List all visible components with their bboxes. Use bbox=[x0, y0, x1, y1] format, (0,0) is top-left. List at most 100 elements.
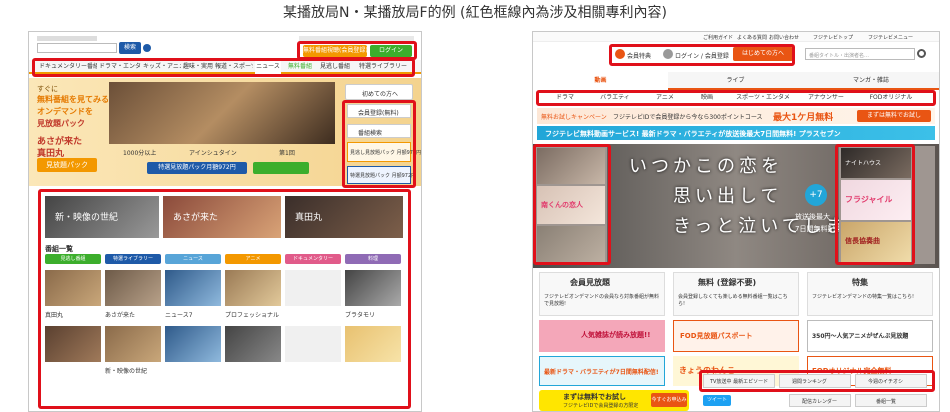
subtab-movie[interactable]: 映画 bbox=[689, 92, 725, 104]
list-item-6[interactable] bbox=[345, 270, 401, 306]
left-thumb-2[interactable]: 南くんの恋人 bbox=[537, 186, 605, 224]
nav-tab-library[interactable]: 特選ライブラリー bbox=[355, 60, 411, 74]
right-thumb-3[interactable]: 信長協奏曲 bbox=[841, 222, 911, 262]
list-col-missed[interactable]: 見逃し番組 bbox=[45, 254, 101, 264]
right-hero[interactable]: 南くんの恋人 いつかこの恋を 思い出して きっと泣いてしまう +7 放送後最大 … bbox=[533, 144, 939, 268]
list-col-cooking[interactable]: 料理 bbox=[345, 254, 401, 264]
calendar-button[interactable]: 配信カレンダー bbox=[789, 394, 851, 407]
rank-latest-button[interactable]: TV放送中 最新エピソード bbox=[703, 374, 775, 388]
ranking-row: TV放送中 最新エピソード 週間ランキング 今週のイチオシ bbox=[703, 374, 931, 390]
nav-tab-documentary[interactable]: ドキュメンタリー番組 bbox=[39, 60, 97, 74]
program-list-button[interactable]: 番組一覧 bbox=[855, 394, 927, 407]
list-col-documentary[interactable]: ドキュメンタリー bbox=[285, 254, 341, 264]
promo-try-button[interactable]: まずは無料でお試し bbox=[857, 110, 931, 122]
list-col-anime[interactable]: アニメ bbox=[225, 254, 281, 264]
subtab-sports[interactable]: スポーツ・エンタメ bbox=[727, 92, 799, 104]
nav-tab-kids[interactable]: キッズ・アニメ bbox=[143, 60, 181, 74]
list-item-2[interactable] bbox=[105, 270, 161, 306]
nav-tab-drama[interactable]: ドラマ・エンタメ bbox=[99, 60, 141, 74]
member-benefit-link[interactable]: 会員特典 bbox=[627, 51, 651, 60]
list-item-2-title: あさが来た bbox=[105, 312, 136, 319]
banner-sanada[interactable]: 真田丸 bbox=[285, 196, 403, 238]
nav-tab-missed[interactable]: 見逃し番組 bbox=[319, 60, 351, 74]
list-item-4[interactable] bbox=[225, 270, 281, 306]
list-item-3[interactable] bbox=[165, 270, 221, 306]
top-link-fujitv[interactable]: フジテレビトップ bbox=[813, 34, 853, 41]
promo-banner-1[interactable]: 無料お試しキャンペーン フジテレビIDで会員登録から今なら300ポイントコース … bbox=[537, 108, 935, 124]
rank-weekly-button[interactable]: 週間ランキング bbox=[779, 374, 851, 388]
tab-manga[interactable]: マンガ・雑誌 bbox=[803, 72, 939, 90]
right-thumb-2[interactable]: フラジャイル bbox=[841, 180, 911, 220]
list-item-9[interactable] bbox=[165, 326, 221, 362]
hero-pack-button[interactable]: 見放題パック bbox=[37, 158, 97, 172]
grid-magazine[interactable]: 人気雑誌が読み放題!! bbox=[539, 320, 665, 352]
tab-video[interactable]: 動画 bbox=[533, 72, 668, 90]
top-link-faq[interactable]: よくある質問 bbox=[737, 34, 767, 41]
banner-asa[interactable]: あさが来た bbox=[163, 196, 281, 238]
left-top-links[interactable] bbox=[299, 36, 414, 41]
list-item-8[interactable] bbox=[105, 326, 161, 362]
list-item-11[interactable] bbox=[285, 326, 341, 362]
missed-pack-button[interactable]: 見逃し見放題パック 月額972円 bbox=[347, 142, 421, 162]
tab-live[interactable]: ライブ bbox=[668, 72, 803, 90]
promo-1-text: 無料お試しキャンペーン bbox=[541, 114, 607, 121]
program-search-label: 番組検索 bbox=[358, 130, 383, 137]
top-link-menu[interactable]: フジテレビメニュー bbox=[868, 34, 913, 41]
nav-tab-hobby[interactable]: 趣味・実用 bbox=[183, 60, 213, 74]
list-item-1[interactable] bbox=[45, 270, 101, 306]
right-search-input[interactable]: 番組タイトル・出演者名… bbox=[805, 48, 915, 60]
list-item-5[interactable] bbox=[285, 270, 341, 306]
grid-plus7[interactable]: 最新ドラマ・バラエティが7日間無料配信! bbox=[539, 356, 665, 386]
signup-button[interactable]: 無料番組視聴(会員登録) bbox=[303, 45, 367, 57]
hero-text-3: オンデマンドを bbox=[37, 107, 93, 116]
subtab-announcer[interactable]: アナウンサー bbox=[801, 92, 851, 104]
first-time-button[interactable]: 初めての方へ bbox=[345, 84, 413, 100]
top-link-contact[interactable]: お問い合わせ bbox=[769, 34, 799, 41]
nav-tab-sports[interactable]: 報道・スポーツ bbox=[215, 60, 253, 74]
tweet-button[interactable]: ツイート bbox=[703, 395, 731, 406]
cat-member[interactable]: 会員見放題 フジテレビオンデマンドの会員なら対象番組が無料で見放題! bbox=[539, 272, 665, 316]
nav-tab-free[interactable]: 無料番組 bbox=[283, 60, 317, 74]
trial-title: まずは無料でお試し bbox=[563, 393, 626, 401]
list-col-news[interactable]: ニュース bbox=[165, 254, 221, 264]
login-button[interactable]: ログイン bbox=[370, 45, 412, 57]
right-top-bar: ご利用ガイド よくある質問 お問い合わせ フジテレビトップ フジテレビメニュー bbox=[533, 32, 939, 42]
banner-asa-label: あさが来た bbox=[173, 213, 219, 223]
nav-tab-news[interactable]: ニュース bbox=[255, 60, 281, 74]
left-thumb-3[interactable] bbox=[537, 226, 605, 262]
rank-pickup-label: 今週のイチオシ bbox=[868, 379, 904, 385]
list-item-10[interactable] bbox=[225, 326, 281, 362]
left-search-input[interactable] bbox=[37, 43, 117, 53]
banner-eizo[interactable]: 新・映像の世紀 bbox=[45, 196, 159, 238]
grid-anime[interactable]: 350円〜人気アニメがぜんぶ見放題 bbox=[807, 320, 933, 352]
top-link-guide[interactable]: ご利用ガイド bbox=[703, 34, 733, 41]
subtab-drama[interactable]: ドラマ bbox=[543, 92, 587, 104]
grid-passport[interactable]: FOD見放題パスポート bbox=[673, 320, 799, 352]
hero-green-badge[interactable] bbox=[253, 162, 309, 174]
help-icon[interactable] bbox=[143, 44, 151, 52]
left-search-button[interactable]: 検索 bbox=[119, 42, 141, 54]
list-item-7[interactable] bbox=[45, 326, 101, 362]
left-thumb-1[interactable] bbox=[537, 148, 605, 184]
list-item-12[interactable] bbox=[345, 326, 401, 362]
subtab-variety[interactable]: バラエティ bbox=[589, 92, 641, 104]
trial-badge[interactable]: 今すぐお申込み bbox=[651, 393, 687, 407]
subtab-fod-original[interactable]: FODオリジナル bbox=[853, 92, 929, 104]
program-search-button[interactable]: 番組検索 bbox=[347, 124, 411, 138]
right-thumb-1[interactable]: ナイトハウス bbox=[841, 148, 911, 178]
promo-banner-2[interactable]: フジテレビ無料動画サービス! 最新ドラマ・バラエティが放送後最大7日間無料! プ… bbox=[537, 126, 935, 140]
start-button[interactable]: はじめての方へ bbox=[733, 47, 793, 61]
list-col-library[interactable]: 特選ライブラリー bbox=[105, 254, 161, 264]
cat-feature[interactable]: 特集 フジテレビオンデマンドの特集一覧はこちら! bbox=[807, 272, 933, 316]
search-icon[interactable] bbox=[917, 49, 926, 58]
cat-free[interactable]: 無料 (登録不要) 会員登録しなくても楽しめる無料番組一覧はこちら! bbox=[673, 272, 799, 316]
library-pack-button[interactable]: 特選見放題パック 月額972円 bbox=[347, 166, 416, 184]
right-login-link[interactable]: ログイン / 会員登録 bbox=[675, 51, 729, 60]
member-register-button[interactable]: 会員登録(無料) bbox=[347, 104, 411, 118]
trial-banner[interactable]: まずは無料でお試し フジテレビIDで会員登録の方限定 今すぐお申込み bbox=[539, 390, 689, 411]
rank-pickup-button[interactable]: 今週のイチオシ bbox=[855, 374, 927, 388]
left-lower: 新・映像の世紀 あさが来た 真田丸 番組一覧 見逃し番組 特選ライブラリー ニュ… bbox=[41, 192, 407, 411]
hero-caption-2: アインシュタイン bbox=[189, 150, 237, 157]
subtab-anime[interactable]: アニメ bbox=[643, 92, 687, 104]
hero-badge[interactable]: 特選見放題パック月額972円 bbox=[147, 162, 247, 174]
